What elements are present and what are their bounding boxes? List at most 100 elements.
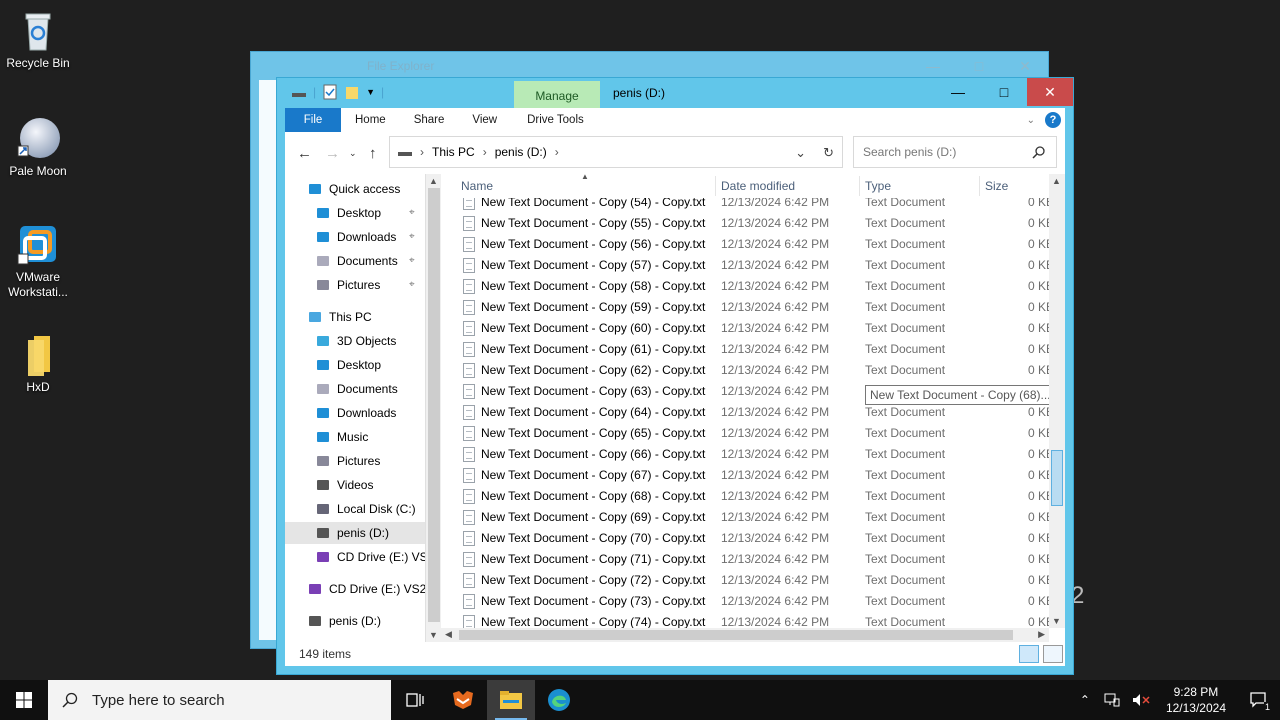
nav-item[interactable]: Pictures [315,450,380,472]
nav-item[interactable]: CD Drive (E:) VS20 [307,578,425,600]
file-row[interactable]: New Text Document - Copy (70) - Copy.txt… [441,528,1049,549]
nav-item[interactable]: penis (D:) [285,522,425,544]
desktop-icon-pale-moon[interactable]: Pale Moon [0,116,76,179]
file-row[interactable]: New Text Document - Copy (71) - Copy.txt… [441,549,1049,570]
nav-item[interactable]: Music [315,426,368,448]
file-row[interactable]: New Text Document - Copy (65) - Copy.txt… [441,423,1049,444]
file-row[interactable]: New Text Document - Copy (74) - Copy.txt… [441,612,1049,628]
file-date: 12/13/2024 6:42 PM [721,384,830,398]
explorer-window[interactable]: | ▼ | Manage penis (D:) — □ ✕ File Home … [276,77,1074,675]
file-row[interactable]: New Text Document - Copy (57) - Copy.txt… [441,255,1049,276]
minimize-button[interactable]: — [935,78,981,106]
properties-icon[interactable] [322,84,338,100]
file-row[interactable]: New Text Document - Copy (73) - Copy.txt… [441,591,1049,612]
show-hidden-icons-icon[interactable]: ⌃ [1072,693,1098,707]
file-list-horizontal-scrollbar[interactable]: ◀ ▶ [441,628,1049,642]
file-row[interactable]: New Text Document - Copy (59) - Copy.txt… [441,297,1049,318]
breadcrumb-this-pc[interactable]: This PC [432,145,475,159]
column-header-type[interactable]: Type [865,179,891,193]
nav-item[interactable]: Local Disk (C:) [315,498,416,520]
taskbar-app-edge[interactable] [535,680,583,720]
nav-item-label: 3D Objects [337,334,397,348]
chevron-down-icon[interactable]: ▼ [366,87,375,97]
close-button[interactable]: ✕ [1027,78,1073,106]
nav-item[interactable]: Pictures [315,274,380,296]
desktop-icon-label: Recycle Bin [6,56,70,70]
text-file-icon [463,615,475,628]
minimize-icon[interactable]: — [910,52,956,80]
file-row[interactable]: New Text Document - Copy (61) - Copy.txt… [441,339,1049,360]
nav-item[interactable]: Documents [315,250,398,272]
file-row[interactable]: New Text Document - Copy (54) - Copy.txt… [441,198,1049,213]
close-icon[interactable]: ✕ [1002,52,1048,80]
taskbar-search-box[interactable]: Type here to search [48,680,391,720]
tab-file[interactable]: File [285,108,341,132]
nav-item[interactable]: Downloads [315,402,396,424]
file-row[interactable]: New Text Document - Copy (68) - Copy.txt… [441,486,1049,507]
nav-scrollbar[interactable]: ▲ ▼ [425,174,441,642]
nav-item[interactable]: Desktop [315,202,381,224]
back-arrow-icon[interactable]: ← [297,145,312,162]
large-icons-view-button[interactable] [1043,645,1063,663]
desktop-icon-hxd[interactable]: HxD [0,332,76,395]
file-row[interactable]: New Text Document - Copy (66) - Copy.txt… [441,444,1049,465]
notification-center-button[interactable]: 1 [1236,680,1280,720]
network-icon[interactable] [1104,693,1120,707]
nav-item[interactable]: Quick access [307,178,400,200]
search-box[interactable]: Search penis (D:) [853,136,1057,168]
address-bar[interactable]: › This PC › penis (D:) › ⌄ ↻ [389,136,843,168]
maximize-button[interactable]: □ [981,78,1027,106]
breadcrumb-drive[interactable]: penis (D:) [495,145,547,159]
nav-item[interactable]: Videos [315,474,373,496]
file-row[interactable]: New Text Document - Copy (62) - Copy.txt… [441,360,1049,381]
file-list-vertical-scrollbar[interactable]: ▲ ▼ [1049,174,1065,628]
breadcrumb-separator-icon[interactable]: › [483,145,487,159]
breadcrumb-separator-icon[interactable]: › [555,145,559,159]
file-row[interactable]: New Text Document - Copy (67) - Copy.txt… [441,465,1049,486]
file-row[interactable]: New Text Document - Copy (55) - Copy.txt… [441,213,1049,234]
nav-item[interactable]: Desktop [315,354,381,376]
file-row[interactable]: New Text Document - Copy (60) - Copy.txt… [441,318,1049,339]
file-row[interactable]: New Text Document - Copy (64) - Copy.txt… [441,402,1049,423]
desktop-icon-vmware[interactable]: VMware Workstati... [0,222,76,300]
taskbar-app-file-explorer[interactable] [487,680,535,720]
nav-item[interactable]: Documents [315,378,398,400]
task-view-button[interactable] [391,680,439,720]
nav-item[interactable]: 3D Objects [315,330,396,352]
forward-arrow-icon[interactable]: → [325,145,340,162]
nav-item[interactable]: Downloads [315,226,396,248]
tab-drive-tools[interactable]: Drive Tools [511,108,598,132]
column-header-name[interactable]: Name [461,179,493,193]
maximize-icon[interactable]: □ [956,52,1002,80]
details-view-button[interactable] [1019,645,1039,663]
scrollbar-thumb[interactable] [1051,450,1063,506]
file-size: 0 KB [1028,489,1049,503]
recent-locations-icon[interactable]: ⌄ [349,148,357,159]
nav-item[interactable]: CD Drive (E:) VS2 [315,546,425,568]
file-row[interactable]: New Text Document - Copy (58) - Copy.txt… [441,276,1049,297]
nav-item[interactable]: This PC [307,306,372,328]
file-row[interactable]: New Text Document - Copy (69) - Copy.txt… [441,507,1049,528]
tab-view[interactable]: View [458,108,511,132]
start-button[interactable] [0,680,48,720]
file-size: 0 KB [1028,447,1049,461]
file-row[interactable]: New Text Document - Copy (72) - Copy.txt… [441,570,1049,591]
document-icon [315,381,331,397]
volume-muted-icon[interactable] [1132,693,1150,707]
address-history-dropdown-icon[interactable]: ⌄ [795,145,806,161]
help-icon[interactable]: ? [1045,112,1061,128]
tab-home[interactable]: Home [341,108,400,132]
file-row[interactable]: New Text Document - Copy (56) - Copy.txt… [441,234,1049,255]
new-folder-icon[interactable] [344,84,360,100]
taskbar-app-firefox[interactable] [439,680,487,720]
column-header-date[interactable]: Date modified [721,179,795,193]
desktop-icon-recycle-bin[interactable]: Recycle Bin [0,8,76,71]
clock[interactable]: 9:28 PM 12/13/2024 [1156,684,1236,716]
tab-manage[interactable]: Manage [514,81,600,111]
tab-share[interactable]: Share [400,108,459,132]
expand-ribbon-icon[interactable]: ⌄ [1027,115,1035,126]
nav-item[interactable]: penis (D:) [307,610,381,632]
refresh-icon[interactable]: ↻ [823,145,834,161]
up-arrow-icon[interactable]: ↑ [369,145,377,162]
column-header-size[interactable]: Size [985,179,1008,193]
